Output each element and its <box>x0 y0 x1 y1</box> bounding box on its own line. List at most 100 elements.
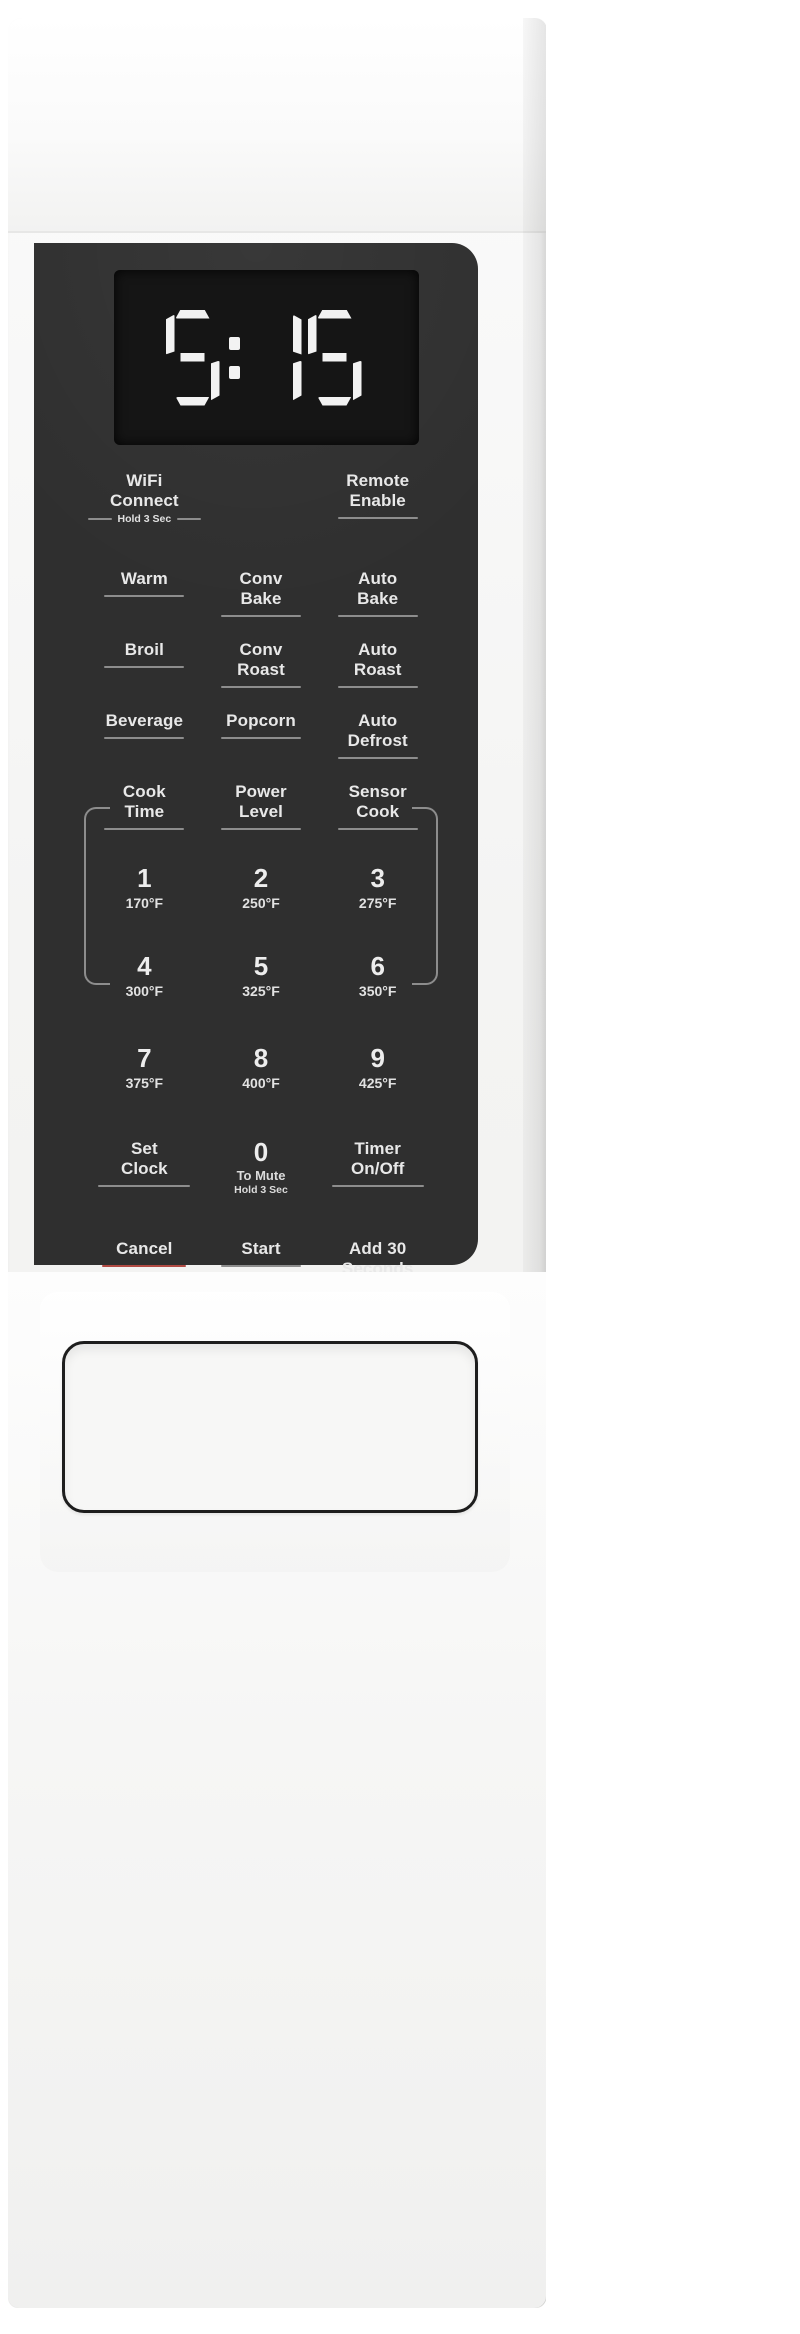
key-beverage[interactable]: Beverage <box>86 705 203 770</box>
keypad-row-789: 7 375°F 8 400°F 9 425°F <box>86 1039 436 1127</box>
key-number-0[interactable]: 0 To Mute Hold 3 Sec <box>203 1133 320 1225</box>
key-conv-bake[interactable]: Conv Bake <box>203 563 320 628</box>
key-number-1[interactable]: 1 170°F <box>86 859 203 947</box>
key-label: Auto Bake <box>357 569 399 609</box>
key-number-5[interactable]: 5 325°F <box>203 947 320 1035</box>
key-timer-on-off[interactable]: Timer On/Off <box>319 1133 436 1225</box>
key-cook-time[interactable]: Cook Time <box>86 776 203 841</box>
keypad-row-wifi: WiFi Connect Hold 3 Sec Remote Enable <box>86 465 436 557</box>
segment-a <box>176 310 210 319</box>
key-temperature: 250°F <box>242 895 280 911</box>
key-number: 7 <box>137 1043 152 1073</box>
background-fill <box>546 0 800 2334</box>
key-temperature: 400°F <box>242 1075 280 1091</box>
key-number-7[interactable]: 7 375°F <box>86 1039 203 1127</box>
key-underline <box>221 615 301 618</box>
key-wifi-connect[interactable]: WiFi Connect Hold 3 Sec <box>86 465 203 557</box>
key-underline <box>337 757 418 760</box>
key-label: Timer On/Off <box>350 1139 405 1179</box>
key-underline <box>98 1185 191 1188</box>
key-label: Auto Defrost <box>347 711 408 751</box>
key-auto-bake[interactable]: Auto Bake <box>319 563 436 628</box>
key-underline <box>337 686 418 689</box>
key-auto-roast[interactable]: Auto Roast <box>319 634 436 699</box>
key-temperature: 350°F <box>358 983 397 999</box>
led-display <box>114 270 419 445</box>
segment-d <box>318 397 352 406</box>
key-underline <box>221 737 301 740</box>
key-label: Conv Roast <box>237 640 285 680</box>
microwave-appliance: WiFi Connect Hold 3 Sec Remote Enable Wa… <box>0 0 800 2334</box>
segment-f <box>308 315 317 355</box>
segment-f <box>166 315 175 355</box>
key-underline <box>337 615 418 618</box>
key-remote-enable[interactable]: Remote Enable <box>319 465 436 557</box>
key-number-9[interactable]: 9 425°F <box>319 1039 436 1127</box>
key-label: Cancel <box>116 1239 173 1258</box>
key-underline <box>104 666 185 669</box>
door-handle[interactable] <box>62 1341 478 1513</box>
key-number-2[interactable]: 2 250°F <box>203 859 320 947</box>
key-temperature: 300°F <box>125 983 164 999</box>
key-conv-roast[interactable]: Conv Roast <box>203 634 320 699</box>
keypad: WiFi Connect Hold 3 Sec Remote Enable Wa… <box>86 465 436 1369</box>
key-label: Cook Time <box>122 782 166 822</box>
key-spacer <box>203 465 320 557</box>
key-temperature: 375°F <box>125 1075 164 1091</box>
key-label: Sensor Cook <box>348 782 407 822</box>
key-number: 0 <box>253 1137 269 1167</box>
key-number: 1 <box>137 863 152 893</box>
segment-b <box>293 315 302 355</box>
key-underline <box>221 686 301 689</box>
keypad-row-cook: Cook Time Power Level Sensor Cook <box>86 776 436 841</box>
key-underline <box>337 828 418 831</box>
key-popcorn[interactable]: Popcorn <box>203 705 320 770</box>
key-underline-red <box>102 1265 187 1268</box>
key-number-4[interactable]: 4 300°F <box>86 947 203 1035</box>
control-panel: WiFi Connect Hold 3 Sec Remote Enable Wa… <box>34 243 478 1352</box>
key-underline <box>104 737 185 740</box>
key-power-level[interactable]: Power Level <box>203 776 320 841</box>
hold-3-sec-rule: Hold 3 Sec <box>88 513 201 525</box>
key-label: Set Clock <box>120 1139 168 1179</box>
key-hold-3-sec: Hold 3 Sec <box>234 1183 288 1196</box>
key-underline <box>221 1265 301 1268</box>
key-number: 8 <box>253 1043 269 1073</box>
key-label: Popcorn <box>226 711 296 730</box>
keypad-row-123: 1 170°F 2 250°F 3 275°F <box>86 859 436 947</box>
key-auto-defrost[interactable]: Auto Defrost <box>319 705 436 770</box>
key-label: Power Level <box>235 782 287 822</box>
key-label: Conv Bake <box>239 569 283 609</box>
key-label: Broil <box>124 640 164 659</box>
key-underline <box>337 517 418 520</box>
segment-d <box>176 397 210 406</box>
key-mute-label: To Mute <box>236 1168 286 1183</box>
keypad-row-456: 4 300°F 5 325°F 6 350°F <box>86 947 436 1035</box>
hold-3-sec-caption: Hold 3 Sec <box>117 513 172 526</box>
rule-line-right <box>177 518 201 521</box>
keypad-row-defrost: Beverage Popcorn Auto Defrost <box>86 705 436 770</box>
key-number-3[interactable]: 3 275°F <box>319 859 436 947</box>
colon-dot-top <box>228 336 240 350</box>
key-number: 5 <box>253 951 269 981</box>
key-broil[interactable]: Broil <box>86 634 203 699</box>
key-number-6[interactable]: 6 350°F <box>319 947 436 1035</box>
key-underline <box>221 828 301 831</box>
key-sensor-cook[interactable]: Sensor Cook <box>319 776 436 841</box>
key-number: 6 <box>370 951 385 981</box>
segment-g <box>176 353 210 362</box>
key-number-8[interactable]: 8 400°F <box>203 1039 320 1127</box>
key-label: Start <box>241 1239 281 1258</box>
key-warm[interactable]: Warm <box>86 563 203 628</box>
key-underline <box>104 595 185 598</box>
key-number: 4 <box>137 951 152 981</box>
keypad-row-roast: Broil Conv Roast Auto Roast <box>86 634 436 699</box>
key-label: Auto Roast <box>353 640 402 680</box>
rule-line-left <box>88 518 112 521</box>
key-underline <box>331 1185 424 1188</box>
key-set-clock[interactable]: Set Clock <box>86 1133 203 1225</box>
appliance-top-face <box>8 18 546 233</box>
segment-c <box>211 361 220 401</box>
segment-c <box>353 361 362 401</box>
segment-g <box>318 353 352 362</box>
